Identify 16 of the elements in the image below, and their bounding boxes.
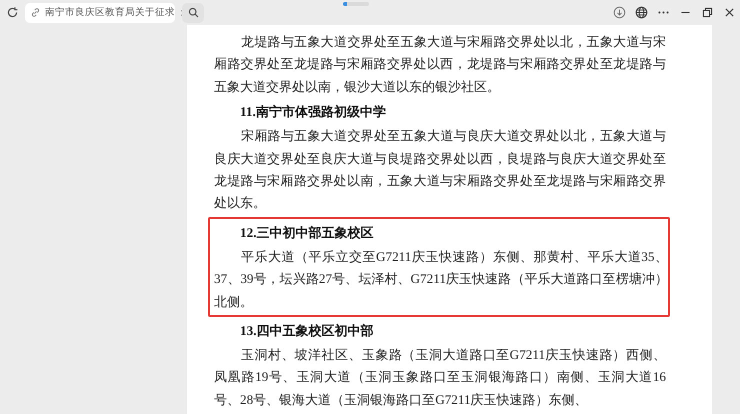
link-icon — [30, 7, 41, 18]
paragraph: 宋厢路与五象大道交界处至五象大道与良庆大道交界处以北，五象大道与良庆大道交界处至良庆大道与良堤路交界处以西，良堤路与良庆大道交界处至龙堤路与宋厢路交界处以南，五象大道与宋厢路交界处至龙堤路与宋厢路交界处以东。 — [214, 127, 666, 212]
search-button[interactable] — [182, 2, 204, 22]
globe-icon[interactable] — [635, 6, 648, 19]
paragraph: 玉洞村、坡洋社区、玉象路（玉洞大道路口至G7211庆玉快速路）西侧、凤凰路19号、玉洞大道（玉洞玉象路口至玉洞银海路口）南侧、玉洞大道16号、28号、银海大道（玉洞银海路口至G7211庆玉快速路）东侧、 — [214, 346, 666, 409]
paragraph: 龙堤路与五象大道交界处至五象大道与宋厢路交界处以北，五象大道与宋厢路交界处至龙堤路与宋厢路交界处以西，龙堤路与宋厢路交界处至龙堤路与五象大道交界处以南，银沙大道以东的银沙社区。 — [214, 33, 666, 96]
restore-icon[interactable] — [701, 6, 714, 19]
paragraph: 平乐大道（平乐立交至G7211庆玉快速路）东侧、那黄村、平乐大道35、37、39号，坛兴路27号、坛泽村、G7211庆玉快速路（平乐大道路口至楞塘冲）北侧。 — [214, 248, 668, 311]
close-icon[interactable] — [723, 6, 736, 19]
section-heading: 12.三中初中部五象校区 — [239, 224, 374, 242]
download-icon[interactable] — [613, 6, 626, 19]
tab-title: 南宁市良庆区教育局关于征求 — [45, 6, 175, 19]
section-heading: 13.四中五象校区初中部 — [239, 322, 374, 340]
section-heading: 11.南宁市体强路初级中学 — [239, 103, 387, 122]
search-icon — [186, 6, 200, 19]
reload-icon[interactable] — [6, 6, 19, 19]
